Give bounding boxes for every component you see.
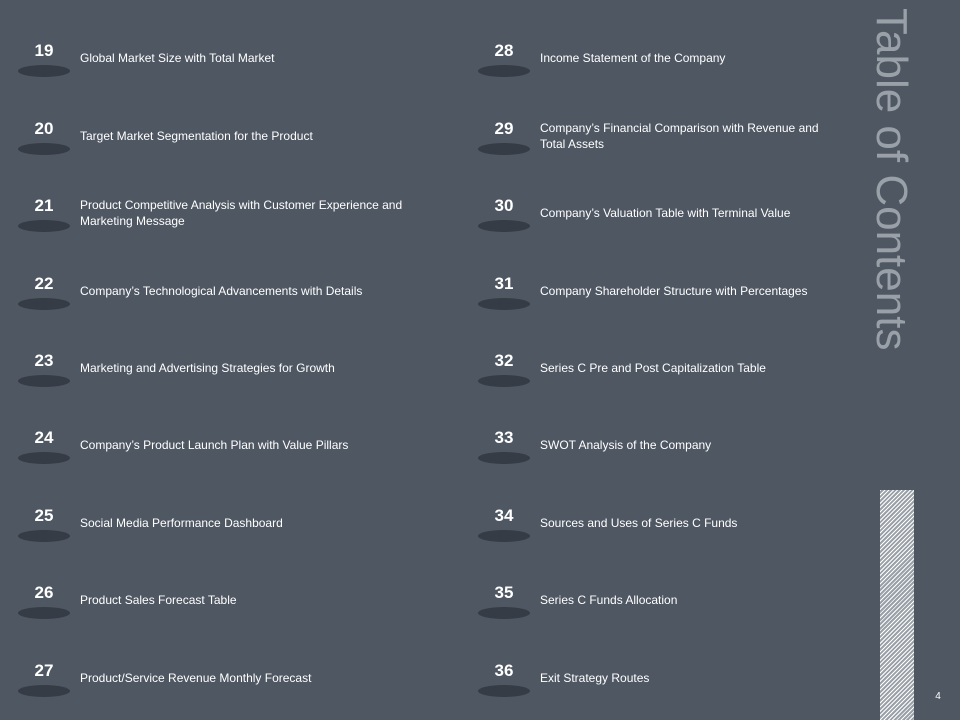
toc-entry[interactable]: 32 Series C Pre and Post Capitalization … (474, 345, 894, 395)
toc-entry[interactable]: 20 Target Market Segmentation for the Pr… (14, 113, 434, 163)
entry-number: 35 (494, 583, 514, 602)
entry-number-badge: 28 (474, 35, 536, 85)
badge-shadow (18, 375, 70, 387)
badge-shadow (18, 530, 70, 542)
entry-number-badge: 29 (474, 113, 536, 163)
badge-shadow (18, 298, 70, 310)
entry-number-badge: 19 (14, 35, 76, 85)
entry-label: Product Competitive Analysis with Custom… (80, 198, 403, 228)
entry-label: Series C Pre and Post Capitalization Tab… (540, 361, 766, 375)
badge-shadow (478, 220, 530, 232)
entry-label: Company’s Valuation Table with Terminal … (540, 206, 791, 220)
entry-number-badge: 26 (14, 577, 76, 627)
entry-number-badge: 23 (14, 345, 76, 395)
toc-entry[interactable]: 35 Series C Funds Allocation (474, 577, 894, 627)
entry-number-badge: 32 (474, 345, 536, 395)
entry-number: 22 (34, 274, 54, 293)
entry-label: Product/Service Revenue Monthly Forecast (80, 671, 312, 685)
entry-label: Target Market Segmentation for the Produ… (80, 129, 313, 143)
entry-number: 20 (34, 119, 54, 138)
entry-number: 32 (494, 351, 514, 370)
badge-shadow (18, 65, 70, 77)
badge-shadow (18, 452, 70, 464)
entry-number-badge: 36 (474, 655, 536, 705)
badge-shadow (478, 685, 530, 697)
entry-label: Exit Strategy Routes (540, 671, 650, 685)
badge-shadow (18, 143, 70, 155)
toc-entry[interactable]: 25 Social Media Performance Dashboard (14, 500, 434, 550)
page-title: Table of Contents (867, 8, 916, 351)
entry-label: Sources and Uses of Series C Funds (540, 516, 738, 530)
entry-number-badge: 21 (14, 190, 76, 240)
badge-shadow (18, 685, 70, 697)
entry-number: 33 (494, 428, 514, 447)
entry-number-badge: 30 (474, 190, 536, 240)
entry-label: Marketing and Advertising Strategies for… (80, 361, 335, 375)
badge-shadow (478, 65, 530, 77)
toc-entry[interactable]: 28 Income Statement of the Company (474, 35, 894, 85)
badge-shadow (18, 607, 70, 619)
toc-entry[interactable]: 33 SWOT Analysis of the Company (474, 422, 894, 472)
entry-number: 29 (494, 119, 514, 138)
entry-label: Company Shareholder Structure with Perce… (540, 284, 808, 298)
toc-entry[interactable]: 21 Product Competitive Analysis with Cus… (14, 190, 434, 240)
entry-number-badge: 24 (14, 422, 76, 472)
entry-number-badge: 34 (474, 500, 536, 550)
entry-number: 23 (34, 351, 54, 370)
entry-number-badge: 33 (474, 422, 536, 472)
entry-number: 31 (494, 274, 514, 293)
entry-label: Global Market Size with Total Market (80, 51, 275, 65)
entry-number-badge: 22 (14, 268, 76, 318)
entry-label: Income Statement of the Company (540, 51, 726, 65)
badge-shadow (478, 143, 530, 155)
toc-entry[interactable]: 24 Company’s Product Launch Plan with Va… (14, 422, 434, 472)
toc-entry[interactable]: 36 Exit Strategy Routes (474, 655, 894, 705)
entry-number-badge: 25 (14, 500, 76, 550)
entry-number: 28 (494, 41, 514, 60)
toc-entry[interactable]: 26 Product Sales Forecast Table (14, 577, 434, 627)
entry-number: 36 (494, 661, 514, 680)
page-number: 4 (935, 691, 941, 702)
decorative-hatch-bar (880, 490, 914, 720)
toc-entry[interactable]: 29 Company’s Financial Comparison with R… (474, 113, 894, 163)
entry-number: 34 (494, 506, 514, 525)
entry-number-badge: 20 (14, 113, 76, 163)
entry-number: 19 (34, 41, 54, 60)
entry-label: SWOT Analysis of the Company (540, 438, 712, 452)
entry-number: 30 (494, 196, 514, 215)
page-title-vertical: Table of Contents (867, 8, 918, 388)
entry-number: 25 (34, 506, 54, 525)
toc-entry[interactable]: 22 Company’s Technological Advancements … (14, 268, 434, 318)
entry-number: 21 (34, 196, 54, 215)
toc-entry[interactable]: 30 Company’s Valuation Table with Termin… (474, 190, 894, 240)
badge-shadow (478, 452, 530, 464)
entry-number-badge: 31 (474, 268, 536, 318)
entry-number-badge: 35 (474, 577, 536, 627)
toc-entry[interactable]: 31 Company Shareholder Structure with Pe… (474, 268, 894, 318)
entry-label: Social Media Performance Dashboard (80, 516, 283, 530)
entry-label: Series C Funds Allocation (540, 593, 678, 607)
entry-label: Company’s Technological Advancements wit… (80, 284, 363, 298)
badge-shadow (478, 607, 530, 619)
badge-shadow (18, 220, 70, 232)
entry-number: 24 (34, 428, 54, 447)
badge-shadow (478, 530, 530, 542)
toc-entry[interactable]: 27 Product/Service Revenue Monthly Forec… (14, 655, 434, 705)
toc-entry[interactable]: 23 Marketing and Advertising Strategies … (14, 345, 434, 395)
toc-entry[interactable]: 34 Sources and Uses of Series C Funds (474, 500, 894, 550)
entry-number: 27 (34, 661, 54, 680)
entry-label: Product Sales Forecast Table (80, 593, 237, 607)
entry-label: Company’s Product Launch Plan with Value… (80, 438, 349, 452)
entry-number: 26 (34, 583, 54, 602)
entry-label: Company’s Financial Comparison with Reve… (540, 121, 819, 151)
entry-number-badge: 27 (14, 655, 76, 705)
badge-shadow (478, 298, 530, 310)
badge-shadow (478, 375, 530, 387)
toc-entry[interactable]: 19 Global Market Size with Total Market (14, 35, 434, 85)
